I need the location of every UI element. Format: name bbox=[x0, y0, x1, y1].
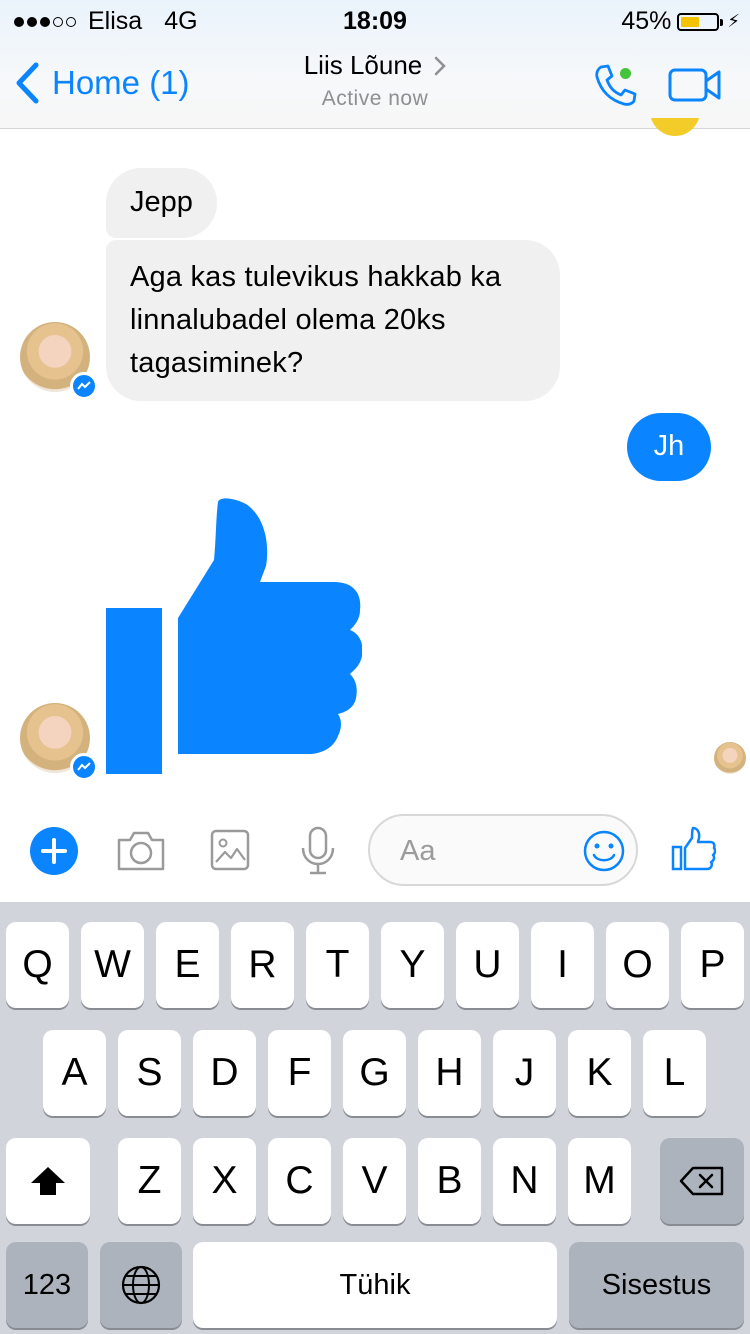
key-i[interactable]: I bbox=[531, 922, 594, 1008]
key-d[interactable]: D bbox=[193, 1030, 256, 1116]
gallery-button[interactable] bbox=[210, 829, 250, 876]
thumbs-up-icon bbox=[671, 826, 717, 871]
message-text: Jepp bbox=[130, 186, 193, 218]
key-n[interactable]: N bbox=[493, 1138, 556, 1224]
camera-button[interactable] bbox=[116, 830, 166, 877]
key-e[interactable]: E bbox=[156, 922, 219, 1008]
keyboard: Q W E R T Y U I O P A S D F G H J K L Z … bbox=[0, 902, 750, 1334]
key-m[interactable]: M bbox=[568, 1138, 631, 1224]
emoji-peek-icon bbox=[650, 118, 700, 138]
key-o[interactable]: O bbox=[606, 922, 669, 1008]
contact-name: Liis Lõune bbox=[303, 50, 423, 80]
battery-percent: 45% bbox=[621, 7, 672, 35]
video-camera-icon bbox=[668, 68, 721, 102]
key-r[interactable]: R bbox=[231, 922, 294, 1008]
key-v[interactable]: V bbox=[343, 1138, 406, 1224]
voice-call-button[interactable] bbox=[592, 62, 638, 108]
microphone-icon bbox=[301, 826, 335, 875]
charging-icon: ⚡ bbox=[727, 11, 740, 31]
shift-arrow-icon bbox=[31, 1167, 65, 1195]
message-field[interactable] bbox=[368, 814, 638, 886]
key-q[interactable]: Q bbox=[6, 922, 69, 1008]
return-key[interactable]: Sisestus bbox=[569, 1242, 744, 1328]
message-text: Aga kas tulevikus hakkab ka linnalubadel… bbox=[130, 261, 502, 379]
key-p[interactable]: P bbox=[681, 922, 744, 1008]
smiley-icon bbox=[583, 830, 625, 872]
voice-record-button[interactable] bbox=[300, 826, 336, 881]
key-u[interactable]: U bbox=[456, 922, 519, 1008]
image-icon bbox=[210, 829, 250, 871]
message-text: Jh bbox=[653, 430, 685, 462]
key-k[interactable]: K bbox=[568, 1030, 631, 1116]
key-b[interactable]: B bbox=[418, 1138, 481, 1224]
contact-avatar[interactable] bbox=[20, 703, 98, 781]
shift-key[interactable] bbox=[6, 1138, 90, 1224]
camera-icon bbox=[117, 831, 165, 871]
key-j[interactable]: J bbox=[493, 1030, 556, 1116]
key-s[interactable]: S bbox=[118, 1030, 181, 1116]
globe-icon bbox=[121, 1265, 161, 1305]
key-w[interactable]: W bbox=[81, 922, 144, 1008]
header: Elisa 4G 18:09 45% ⚡ Home (1) Liis Lõune… bbox=[0, 0, 750, 136]
emoji-button[interactable] bbox=[582, 829, 626, 873]
read-receipt-avatar bbox=[714, 742, 746, 774]
contact-avatar[interactable] bbox=[20, 322, 98, 400]
message-bubble[interactable]: Jepp bbox=[106, 168, 217, 238]
phone-icon bbox=[595, 64, 637, 106]
key-f[interactable]: F bbox=[268, 1030, 331, 1116]
numbers-key[interactable]: 123 bbox=[6, 1242, 88, 1328]
video-call-button[interactable] bbox=[668, 66, 722, 104]
key-g[interactable]: G bbox=[343, 1030, 406, 1116]
online-indicator bbox=[620, 68, 631, 79]
key-l[interactable]: L bbox=[643, 1030, 706, 1116]
send-like-button[interactable] bbox=[670, 826, 717, 877]
battery-icon bbox=[677, 12, 724, 31]
key-a[interactable]: A bbox=[43, 1030, 106, 1116]
key-h[interactable]: H bbox=[418, 1030, 481, 1116]
space-key[interactable]: Tühik bbox=[193, 1242, 557, 1328]
globe-key[interactable] bbox=[100, 1242, 182, 1328]
key-c[interactable]: C bbox=[268, 1138, 331, 1224]
messenger-badge-icon bbox=[70, 753, 98, 781]
thumbs-up-sticker-icon[interactable] bbox=[106, 498, 362, 774]
message-bubble[interactable]: Aga kas tulevikus hakkab ka linnalubadel… bbox=[106, 240, 560, 401]
key-t[interactable]: T bbox=[306, 922, 369, 1008]
message-bubble-outgoing[interactable]: Jh bbox=[627, 413, 711, 481]
key-z[interactable]: Z bbox=[118, 1138, 181, 1224]
plus-icon bbox=[41, 838, 67, 864]
key-y[interactable]: Y bbox=[381, 922, 444, 1008]
backspace-key[interactable] bbox=[660, 1138, 744, 1224]
messenger-badge-icon bbox=[70, 372, 98, 400]
composer-bar bbox=[0, 800, 750, 902]
chevron-right-icon bbox=[435, 56, 447, 75]
more-actions-button[interactable] bbox=[30, 827, 78, 875]
backspace-icon bbox=[679, 1166, 724, 1196]
message-input[interactable] bbox=[398, 830, 582, 872]
status-bar: Elisa 4G 18:09 45% ⚡ bbox=[0, 0, 750, 40]
key-x[interactable]: X bbox=[193, 1138, 256, 1224]
